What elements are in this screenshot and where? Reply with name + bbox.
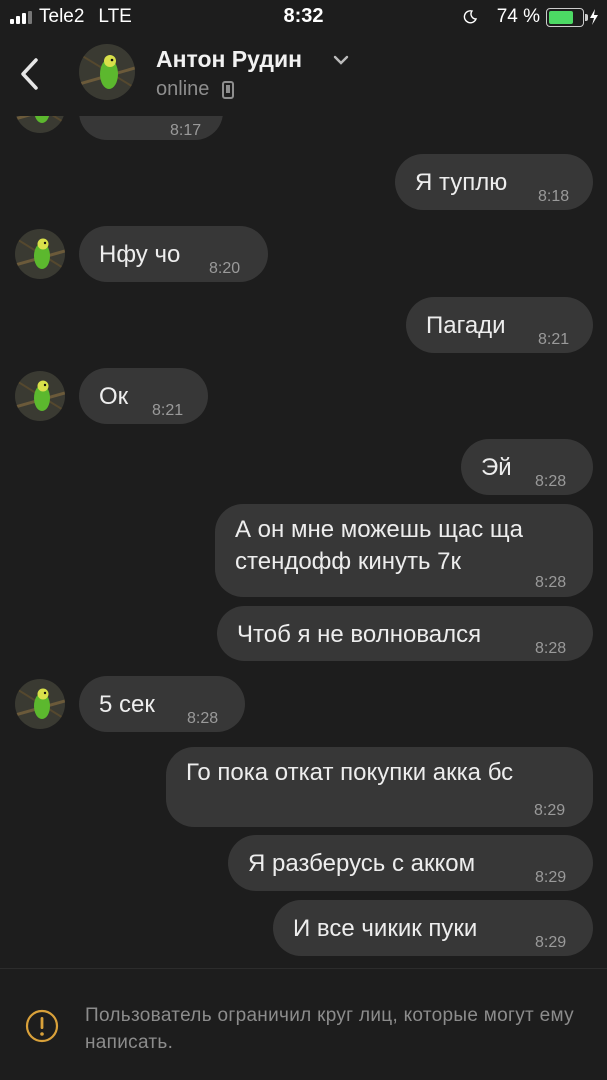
message-time: 8:28 (187, 710, 219, 727)
chevron-down-icon[interactable] (332, 53, 350, 67)
incoming-message-bubble[interactable]: 5 сек 8:28 (79, 676, 245, 732)
sender-avatar[interactable] (15, 371, 65, 421)
incoming-message-bubble[interactable]: Вом8:17 (79, 116, 223, 140)
battery-icon (546, 7, 588, 27)
sender-avatar[interactable] (15, 116, 65, 133)
message-time: 8:29 (535, 869, 567, 886)
contact-name[interactable]: Антон Рудин (156, 46, 302, 73)
incoming-message-bubble[interactable]: Нфу чо 8:20 (79, 226, 268, 282)
message-time: 8:21 (538, 331, 570, 348)
restriction-text: Пользователь ограничил круг лиц, которые… (85, 1005, 574, 1053)
outgoing-message-bubble[interactable]: Я разберусь с акком 8:29 (228, 835, 593, 891)
outgoing-message-bubble[interactable]: Пагади 8:21 (406, 297, 593, 353)
back-chevron-icon[interactable] (14, 54, 48, 94)
write-restriction-banner: Пользователь ограничил круг лиц, которые… (0, 968, 607, 1080)
sender-avatar[interactable] (15, 229, 65, 279)
battery-level-fill (549, 10, 573, 24)
outgoing-message-bubble[interactable]: Эй 8:28 (461, 439, 593, 495)
message-time: 8:29 (535, 934, 567, 951)
outgoing-message-bubble[interactable]: А он мне можешь щас ща стендофф кинуть 7… (215, 504, 593, 597)
message-text: Чтоб я не волновался (237, 621, 482, 648)
chat-header: Антон Рудин online (0, 34, 607, 116)
message-time: 8:29 (534, 802, 566, 819)
sender-avatar[interactable] (15, 679, 65, 729)
message-time: 8:18 (538, 188, 570, 205)
charging-bolt-icon (590, 9, 598, 25)
message-text: Эй (481, 454, 512, 481)
contact-avatar[interactable] (79, 44, 135, 100)
do-not-disturb-moon-icon (463, 10, 477, 24)
status-right: 74 % (463, 6, 599, 28)
message-text: И все чикик пуки (293, 915, 478, 942)
message-time: 8:17 (170, 122, 202, 139)
parrot-avatar-image (79, 44, 135, 100)
battery-percent: 74 % (496, 6, 540, 27)
message-time: 8:28 (535, 473, 567, 490)
outgoing-message-bubble[interactable]: Я туплю 8:18 (395, 154, 593, 210)
contact-online-status: online (156, 78, 210, 100)
outgoing-message-bubble[interactable]: Чтоб я не волновался 8:28 (217, 606, 593, 661)
message-text: Ок (99, 383, 129, 410)
message-text: Я туплю (415, 169, 508, 196)
message-text: Нфу чо (99, 241, 181, 268)
outgoing-message-bubble[interactable]: Го пока откат покупки акка бс 8:29 (166, 747, 593, 827)
message-list[interactable]: Вом8:17Я туплю8:18Нфу чо8:20Пагади8:21Ок… (0, 116, 607, 968)
warning-circle-icon (25, 1009, 59, 1043)
message-text: Я разберусь с акком (248, 850, 476, 877)
message-time: 8:20 (209, 260, 241, 277)
message-time: 8:28 (535, 640, 567, 657)
status-bar: Tele2 LTE 8:32 74 % (0, 0, 607, 34)
message-text: Пагади (426, 312, 506, 339)
incoming-message-bubble[interactable]: Ок 8:21 (79, 368, 208, 424)
message-time: 8:28 (535, 574, 567, 591)
message-text: 5 сек (99, 691, 155, 718)
mobile-phone-icon (222, 81, 234, 99)
message-time: 8:21 (152, 402, 184, 419)
outgoing-message-bubble[interactable]: И все чикик пуки 8:29 (273, 900, 593, 956)
message-text: Го пока откат покупки акка бс (186, 759, 514, 786)
message-text: А он мне можешь щас ща стендофф кинуть 7… (235, 516, 523, 575)
